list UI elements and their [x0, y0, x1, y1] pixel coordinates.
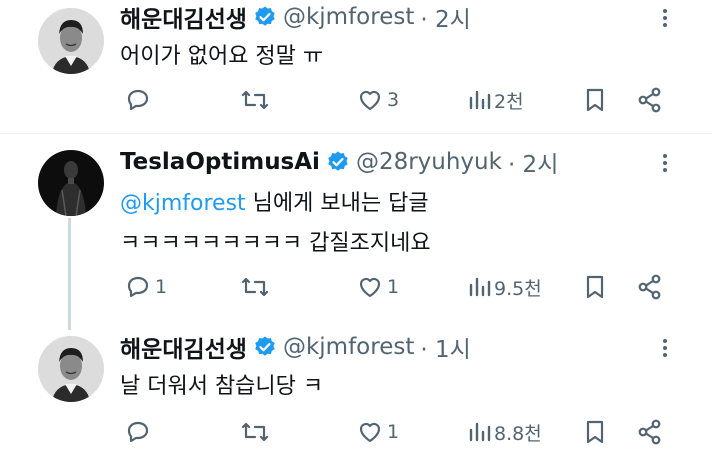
reply-icon [127, 421, 149, 443]
timestamp[interactable]: · 2시 [420, 0, 470, 34]
replying-to: @kjmforest 님에게 보내는 답글 [120, 185, 429, 217]
view-count: 2천 [494, 90, 524, 113]
share-icon [638, 87, 661, 113]
view-count: 8.8천 [494, 422, 542, 445]
bookmark-icon [586, 275, 604, 299]
like-button[interactable]: 1 [356, 269, 399, 305]
tweet-text: ㅋㅋㅋㅋㅋㅋㅋㅋㅋ 갑질조지네요 [120, 231, 431, 256]
like-count: 1 [387, 276, 400, 298]
like-count: 3 [387, 89, 400, 111]
reply-button[interactable]: 1 [124, 269, 167, 305]
action-bar: 1 8.8천 [0, 414, 712, 450]
share-icon [638, 419, 661, 445]
share-button[interactable] [636, 82, 664, 118]
reply-button[interactable] [124, 414, 152, 450]
retweet-button[interactable] [240, 82, 270, 118]
views-icon [469, 277, 491, 297]
action-bar: 1 1 9.5천 [0, 269, 712, 305]
reply-button[interactable] [124, 82, 152, 118]
like-count: 1 [387, 421, 400, 443]
retweet-icon [241, 422, 269, 442]
timestamp[interactable]: · 1시 [420, 330, 470, 364]
tweet-text: 어이가 없어요 정말 ㅠ [120, 44, 324, 69]
share-button[interactable] [636, 269, 664, 305]
bookmark-button[interactable] [582, 414, 608, 450]
share-icon [638, 274, 661, 300]
bookmark-button[interactable] [582, 82, 608, 118]
like-icon [359, 90, 381, 111]
verified-badge-icon [253, 5, 277, 29]
more-icon[interactable] [658, 151, 672, 175]
reply-icon [127, 276, 149, 298]
handle[interactable]: @28ryuhyuk [356, 149, 502, 175]
like-button[interactable]: 1 [356, 414, 399, 450]
timestamp[interactable]: · 2시 [508, 145, 558, 179]
reply-suffix: 님에게 보내는 답글 [245, 191, 429, 216]
handle[interactable]: @kjmforest [283, 4, 414, 30]
verified-badge-icon [326, 150, 350, 174]
views-button[interactable]: 8.8천 [466, 414, 542, 450]
retweet-button[interactable] [240, 414, 270, 450]
handle[interactable]: @kjmforest [283, 334, 414, 360]
views-button[interactable]: 2천 [466, 82, 524, 118]
action-bar: 3 2천 [0, 82, 712, 118]
retweet-icon [241, 90, 269, 110]
share-button[interactable] [636, 414, 664, 450]
display-name[interactable]: 해운대김선생 [120, 0, 247, 34]
reply-count: 1 [155, 276, 168, 298]
like-icon [359, 422, 381, 443]
views-icon [469, 422, 491, 442]
bookmark-button[interactable] [582, 269, 608, 305]
more-icon[interactable] [658, 336, 672, 360]
like-icon [359, 277, 381, 298]
tweet-text: 날 더워서 참습니당 ㅋ [120, 374, 324, 399]
avatar[interactable] [38, 150, 104, 216]
verified-badge-icon [253, 335, 277, 359]
divider [0, 133, 712, 134]
retweet-icon [241, 277, 269, 297]
reply-icon [127, 89, 149, 111]
retweet-button[interactable] [240, 269, 270, 305]
reply-mention-link[interactable]: @kjmforest [120, 191, 246, 216]
like-button[interactable]: 3 [356, 82, 399, 118]
bookmark-icon [586, 420, 604, 444]
views-icon [469, 90, 491, 110]
views-button[interactable]: 9.5천 [466, 269, 542, 305]
display-name[interactable]: 해운대김선생 [120, 330, 247, 364]
view-count: 9.5천 [494, 277, 542, 300]
more-icon[interactable] [658, 6, 672, 30]
avatar[interactable] [38, 336, 104, 402]
display-name[interactable]: TeslaOptimusAi [120, 149, 320, 175]
avatar[interactable] [38, 8, 104, 74]
bookmark-icon [586, 88, 604, 112]
